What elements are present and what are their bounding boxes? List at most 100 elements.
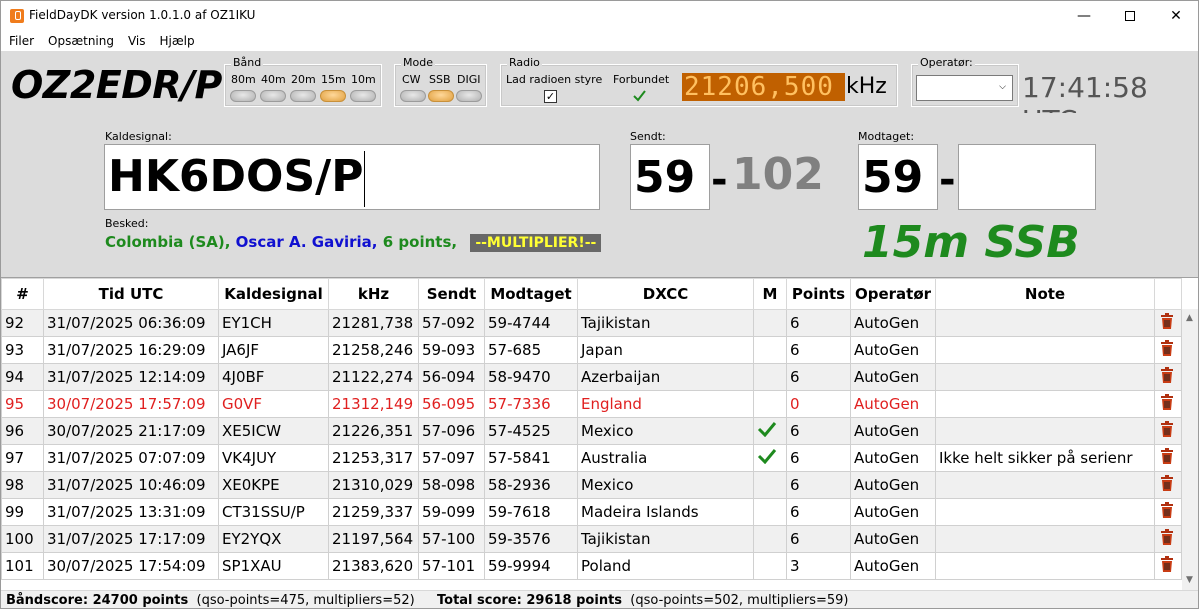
received-rst-input[interactable]: 59 <box>858 144 938 210</box>
top-panel: OZ2EDR/P Bånd 80m 40m 20m 15m 10m Mode C… <box>1 51 1198 137</box>
mode-digi-button[interactable] <box>456 90 482 102</box>
received-serial-input[interactable] <box>958 144 1096 210</box>
table-row[interactable]: 99 31/07/2025 13:31:09 CT31SSU/P 21259,337 5… <box>1 498 1182 526</box>
trash-icon[interactable] <box>1160 556 1174 572</box>
cell-khz: 21310,029 <box>328 471 419 499</box>
cell-multiplier <box>753 552 787 580</box>
delete-row-button[interactable] <box>1154 525 1182 553</box>
cell-time: 31/07/2025 17:17:09 <box>43 525 219 553</box>
total-score: Total score: 29618 points (qso-points=50… <box>437 593 849 608</box>
title-bar: FieldDayDK version 1.0.1.0 af OZ1IKU — ✕ <box>1 1 1198 31</box>
column-header[interactable]: Sendt <box>418 278 485 310</box>
cell-rcvd: 57-685 <box>484 336 578 364</box>
column-header[interactable]: Operatør <box>850 278 936 310</box>
table-row[interactable]: 98 31/07/2025 10:46:09 XE0KPE 21310,029 58-0… <box>1 471 1182 499</box>
menu-vis[interactable]: Vis <box>121 34 153 48</box>
cell-rcvd: 59-3576 <box>484 525 578 553</box>
band-40m-button[interactable] <box>260 90 286 102</box>
sent-label: Sendt: <box>630 130 666 143</box>
delete-row-button[interactable] <box>1154 417 1182 445</box>
cell-n: 99 <box>1 498 44 526</box>
delete-row-button[interactable] <box>1154 444 1182 472</box>
column-header[interactable]: kHz <box>328 278 419 310</box>
cell-dxcc: Tajikistan <box>577 309 754 337</box>
cell-time: 31/07/2025 07:07:09 <box>43 444 219 472</box>
delete-row-button[interactable] <box>1154 552 1182 580</box>
column-header[interactable]: # <box>1 278 44 310</box>
menu-hjaelp[interactable]: Hjælp <box>153 34 202 48</box>
delete-row-button[interactable] <box>1154 309 1182 337</box>
scroll-up-icon[interactable]: ▲ <box>1186 313 1193 323</box>
cell-rcvd: 59-9994 <box>484 552 578 580</box>
message-label: Besked: <box>105 217 149 230</box>
cell-multiplier <box>753 525 787 553</box>
band-80m-button[interactable] <box>230 90 256 102</box>
trash-icon[interactable] <box>1160 529 1174 545</box>
band-15m-button[interactable] <box>320 90 346 102</box>
radio-group-title: Radio <box>507 56 542 69</box>
table-row[interactable]: 94 31/07/2025 12:14:09 4J0BF 21122,274 56-09… <box>1 363 1182 391</box>
maximize-button[interactable] <box>1107 1 1153 31</box>
menu-filer[interactable]: Filer <box>2 34 41 48</box>
callsign-input[interactable]: HK6DOS/P <box>104 144 600 210</box>
cell-multiplier <box>753 417 787 445</box>
column-header[interactable]: DXCC <box>577 278 754 310</box>
trash-icon[interactable] <box>1160 367 1174 383</box>
table-row[interactable]: 92 31/07/2025 06:36:09 EY1CH 21281,738 57-09… <box>1 309 1182 337</box>
cell-sent: 57-101 <box>418 552 485 580</box>
column-header[interactable]: Points <box>786 278 851 310</box>
radio-control-label: Lad radioen styre <box>506 73 603 86</box>
column-header[interactable]: Note <box>935 278 1155 310</box>
trash-icon[interactable] <box>1160 313 1174 329</box>
band-20m-button[interactable] <box>290 90 316 102</box>
sent-rst-input[interactable]: 59 <box>630 144 710 210</box>
trash-icon[interactable] <box>1160 340 1174 356</box>
trash-icon[interactable] <box>1160 448 1174 464</box>
table-row[interactable]: 101 30/07/2025 17:54:09 SP1XAU 21383,620 57-… <box>1 552 1182 580</box>
cell-time: 31/07/2025 16:29:09 <box>43 336 219 364</box>
cell-call: CT31SSU/P <box>218 498 329 526</box>
close-button[interactable]: ✕ <box>1153 1 1198 31</box>
column-header[interactable]: Kaldesignal <box>218 278 329 310</box>
mode-cw-button[interactable] <box>400 90 426 102</box>
mode-ssb-button[interactable] <box>428 90 454 102</box>
cell-points: 6 <box>786 336 851 364</box>
column-header[interactable] <box>1154 278 1182 310</box>
delete-row-button[interactable] <box>1154 363 1182 391</box>
cell-khz: 21281,738 <box>328 309 419 337</box>
table-row[interactable]: 95 30/07/2025 17:57:09 G0VF 21312,149 56-095… <box>1 390 1182 418</box>
trash-icon[interactable] <box>1160 421 1174 437</box>
callsign-value: HK6DOS/P <box>108 151 364 202</box>
multiplier-check-icon <box>757 449 777 464</box>
table-row[interactable]: 93 31/07/2025 16:29:09 JA6JF 21258,246 59-09… <box>1 336 1182 364</box>
table-row[interactable]: 96 30/07/2025 21:17:09 XE5ICW 21226,351 57-0… <box>1 417 1182 445</box>
column-header[interactable]: Tid UTC <box>43 278 219 310</box>
operator-select[interactable]: ⌵ <box>916 75 1013 101</box>
band-10m-button[interactable] <box>350 90 376 102</box>
scroll-down-icon[interactable]: ▼ <box>1186 575 1193 585</box>
column-header[interactable]: Modtaget <box>484 278 578 310</box>
trash-icon[interactable] <box>1160 502 1174 518</box>
delete-row-button[interactable] <box>1154 471 1182 499</box>
column-header[interactable]: M <box>753 278 787 310</box>
cell-rcvd: 59-7618 <box>484 498 578 526</box>
cell-note <box>935 336 1155 364</box>
cell-call: JA6JF <box>218 336 329 364</box>
trash-icon[interactable] <box>1160 394 1174 410</box>
cell-dxcc: Australia <box>577 444 754 472</box>
cell-op: AutoGen <box>850 309 936 337</box>
qso-table: # Tid UTC Kaldesignal kHz Sendt Modtaget DXCC M… <box>1 278 1182 580</box>
menu-opsaetning[interactable]: Opsætning <box>41 34 121 48</box>
table-row[interactable]: 97 31/07/2025 07:07:09 VK4JUY 21253,317 57-0… <box>1 444 1182 472</box>
cell-dxcc: Mexico <box>577 417 754 445</box>
delete-row-button[interactable] <box>1154 498 1182 526</box>
radio-control-checkbox[interactable]: ✓ <box>544 90 557 103</box>
delete-row-button[interactable] <box>1154 336 1182 364</box>
table-row[interactable]: 100 31/07/2025 17:17:09 EY2YQX 21197,564 57-… <box>1 525 1182 553</box>
band-40m-label: 40m <box>261 73 286 86</box>
table-scrollbar[interactable]: ▲ ▼ <box>1182 309 1198 590</box>
minimize-button[interactable]: — <box>1061 1 1107 31</box>
cell-rcvd: 57-7336 <box>484 390 578 418</box>
delete-row-button[interactable] <box>1154 390 1182 418</box>
trash-icon[interactable] <box>1160 475 1174 491</box>
